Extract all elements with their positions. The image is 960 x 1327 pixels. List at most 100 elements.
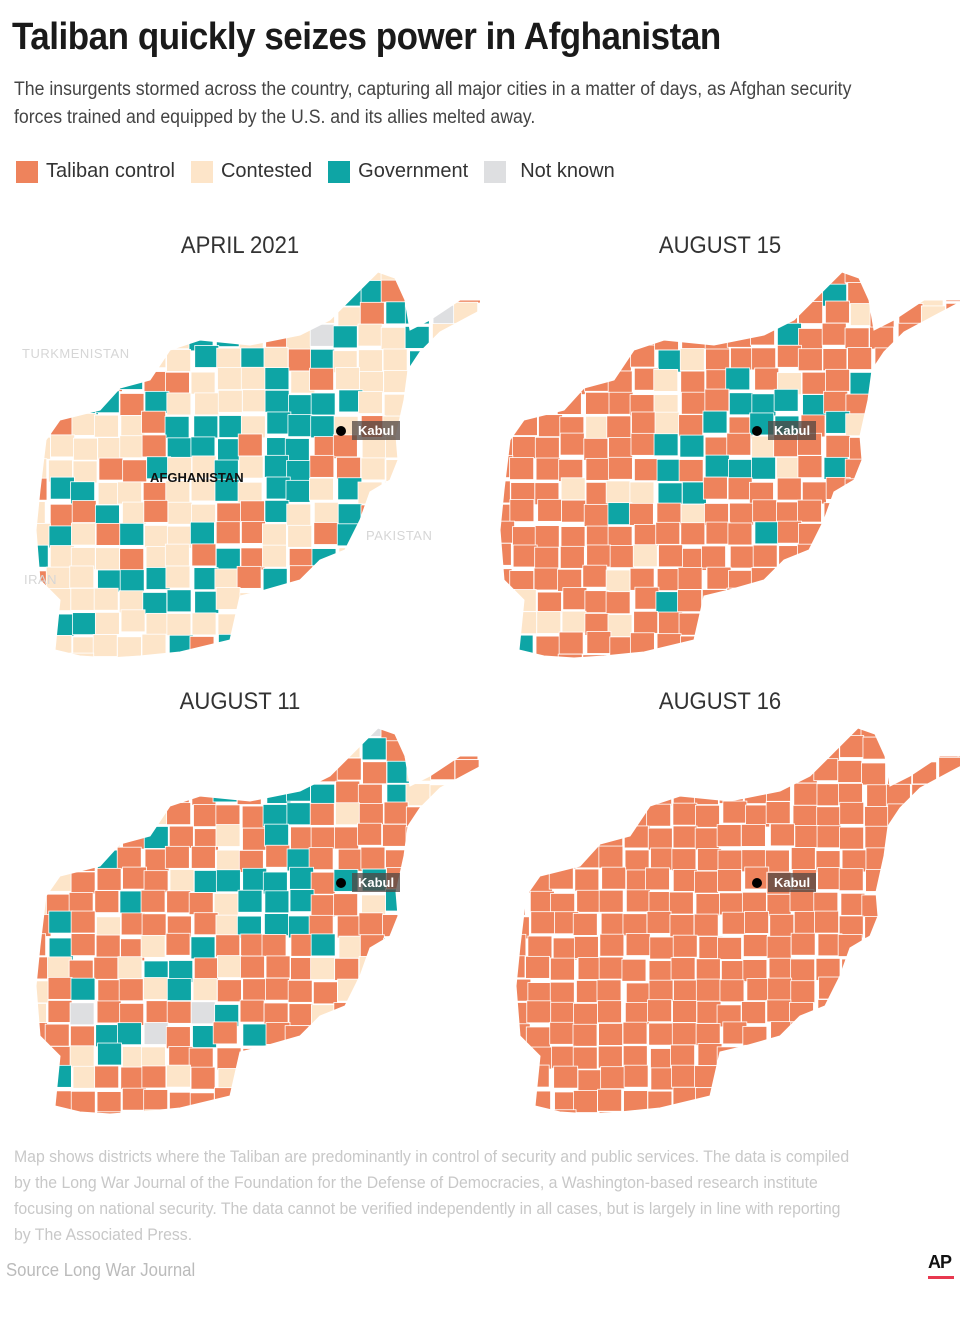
district-taliban xyxy=(797,499,822,523)
district-contested xyxy=(169,869,195,892)
district-contested xyxy=(357,1043,382,1066)
district-taliban xyxy=(670,957,696,981)
district-contested xyxy=(384,481,409,504)
district-taliban xyxy=(887,728,913,738)
district-taliban xyxy=(457,827,480,850)
legend-swatch xyxy=(190,160,213,183)
district-taliban xyxy=(481,1044,505,1066)
district-taliban xyxy=(550,1001,576,1025)
district-taliban xyxy=(310,826,336,850)
district-taliban xyxy=(942,610,960,634)
district-government xyxy=(0,980,22,1002)
district-contested xyxy=(454,610,480,634)
district-government xyxy=(681,481,707,505)
district-government xyxy=(311,548,337,571)
district-taliban xyxy=(726,432,752,456)
district-taliban xyxy=(625,982,651,1006)
district-contested xyxy=(381,1047,407,1070)
district-taliban xyxy=(607,456,633,480)
district-taliban xyxy=(630,432,656,456)
district-government xyxy=(70,977,96,1001)
district-taliban xyxy=(695,1023,721,1046)
district-taliban xyxy=(607,370,633,394)
district-taliban xyxy=(894,522,920,546)
district-taliban xyxy=(49,503,75,527)
district-taliban xyxy=(680,302,706,326)
district-taliban xyxy=(538,414,563,438)
district-taliban xyxy=(764,1046,790,1070)
district-taliban xyxy=(357,783,383,807)
district-taliban xyxy=(846,499,872,523)
district-taliban xyxy=(188,892,214,915)
district-contested xyxy=(95,301,120,325)
district-contested xyxy=(407,458,433,482)
district-contested xyxy=(314,272,340,280)
district-taliban xyxy=(500,589,516,612)
district-contested xyxy=(313,501,339,525)
district-taliban xyxy=(36,914,52,937)
legend-label: Contested xyxy=(220,160,313,182)
district-taliban xyxy=(480,368,485,390)
district-taliban xyxy=(165,272,190,283)
district-taliban xyxy=(844,478,870,502)
district-contested xyxy=(406,503,432,527)
district-government xyxy=(334,656,359,658)
district-contested xyxy=(119,435,145,459)
district-taliban xyxy=(261,934,287,957)
district-government xyxy=(917,344,943,368)
district-government xyxy=(410,546,436,570)
district-taliban xyxy=(551,735,577,759)
district-unknown xyxy=(143,1022,169,1045)
district-government xyxy=(284,438,310,461)
district-contested xyxy=(92,779,118,803)
afghanistan-map xyxy=(480,271,960,659)
district-taliban xyxy=(238,738,264,762)
district-government xyxy=(455,659,479,670)
district-contested xyxy=(97,437,123,461)
district-taliban xyxy=(728,279,754,303)
district-taliban xyxy=(36,850,50,874)
district-taliban xyxy=(559,432,585,456)
district-taliban xyxy=(409,272,434,284)
district-government xyxy=(916,499,942,523)
district-taliban xyxy=(839,1110,865,1114)
district-taliban xyxy=(777,567,803,590)
district-contested xyxy=(2,417,26,439)
district-taliban xyxy=(0,825,21,847)
district-taliban xyxy=(480,867,503,889)
district-taliban xyxy=(837,934,863,957)
district-taliban xyxy=(937,934,960,958)
district-contested xyxy=(383,370,409,393)
district-taliban xyxy=(574,828,600,851)
district-contested xyxy=(93,587,119,611)
district-government xyxy=(36,544,49,568)
district-taliban xyxy=(454,1001,480,1025)
district-taliban xyxy=(934,728,960,739)
district-government xyxy=(605,280,631,304)
district-taliban xyxy=(96,867,122,891)
district-contested xyxy=(384,633,410,657)
district-taliban xyxy=(628,502,654,526)
district-taliban xyxy=(778,631,803,655)
district-taliban xyxy=(95,934,121,958)
district-government xyxy=(214,272,240,285)
district-taliban xyxy=(334,826,359,850)
district-taliban xyxy=(433,1065,459,1089)
district-taliban xyxy=(549,780,575,804)
district-taliban xyxy=(793,1111,819,1114)
district-taliban xyxy=(766,935,792,959)
district-taliban xyxy=(648,960,674,984)
district-taliban xyxy=(98,659,122,670)
district-taliban xyxy=(584,590,610,614)
district-taliban xyxy=(516,728,529,738)
district-taliban xyxy=(754,272,780,281)
district-taliban xyxy=(680,635,705,658)
district-taliban xyxy=(500,368,516,392)
district-taliban xyxy=(528,804,553,828)
district-taliban xyxy=(705,284,731,307)
district-contested xyxy=(71,283,97,307)
district-taliban xyxy=(789,1001,814,1025)
legend-label: Not known xyxy=(520,160,615,182)
district-contested xyxy=(776,456,801,480)
district-taliban xyxy=(792,804,818,828)
